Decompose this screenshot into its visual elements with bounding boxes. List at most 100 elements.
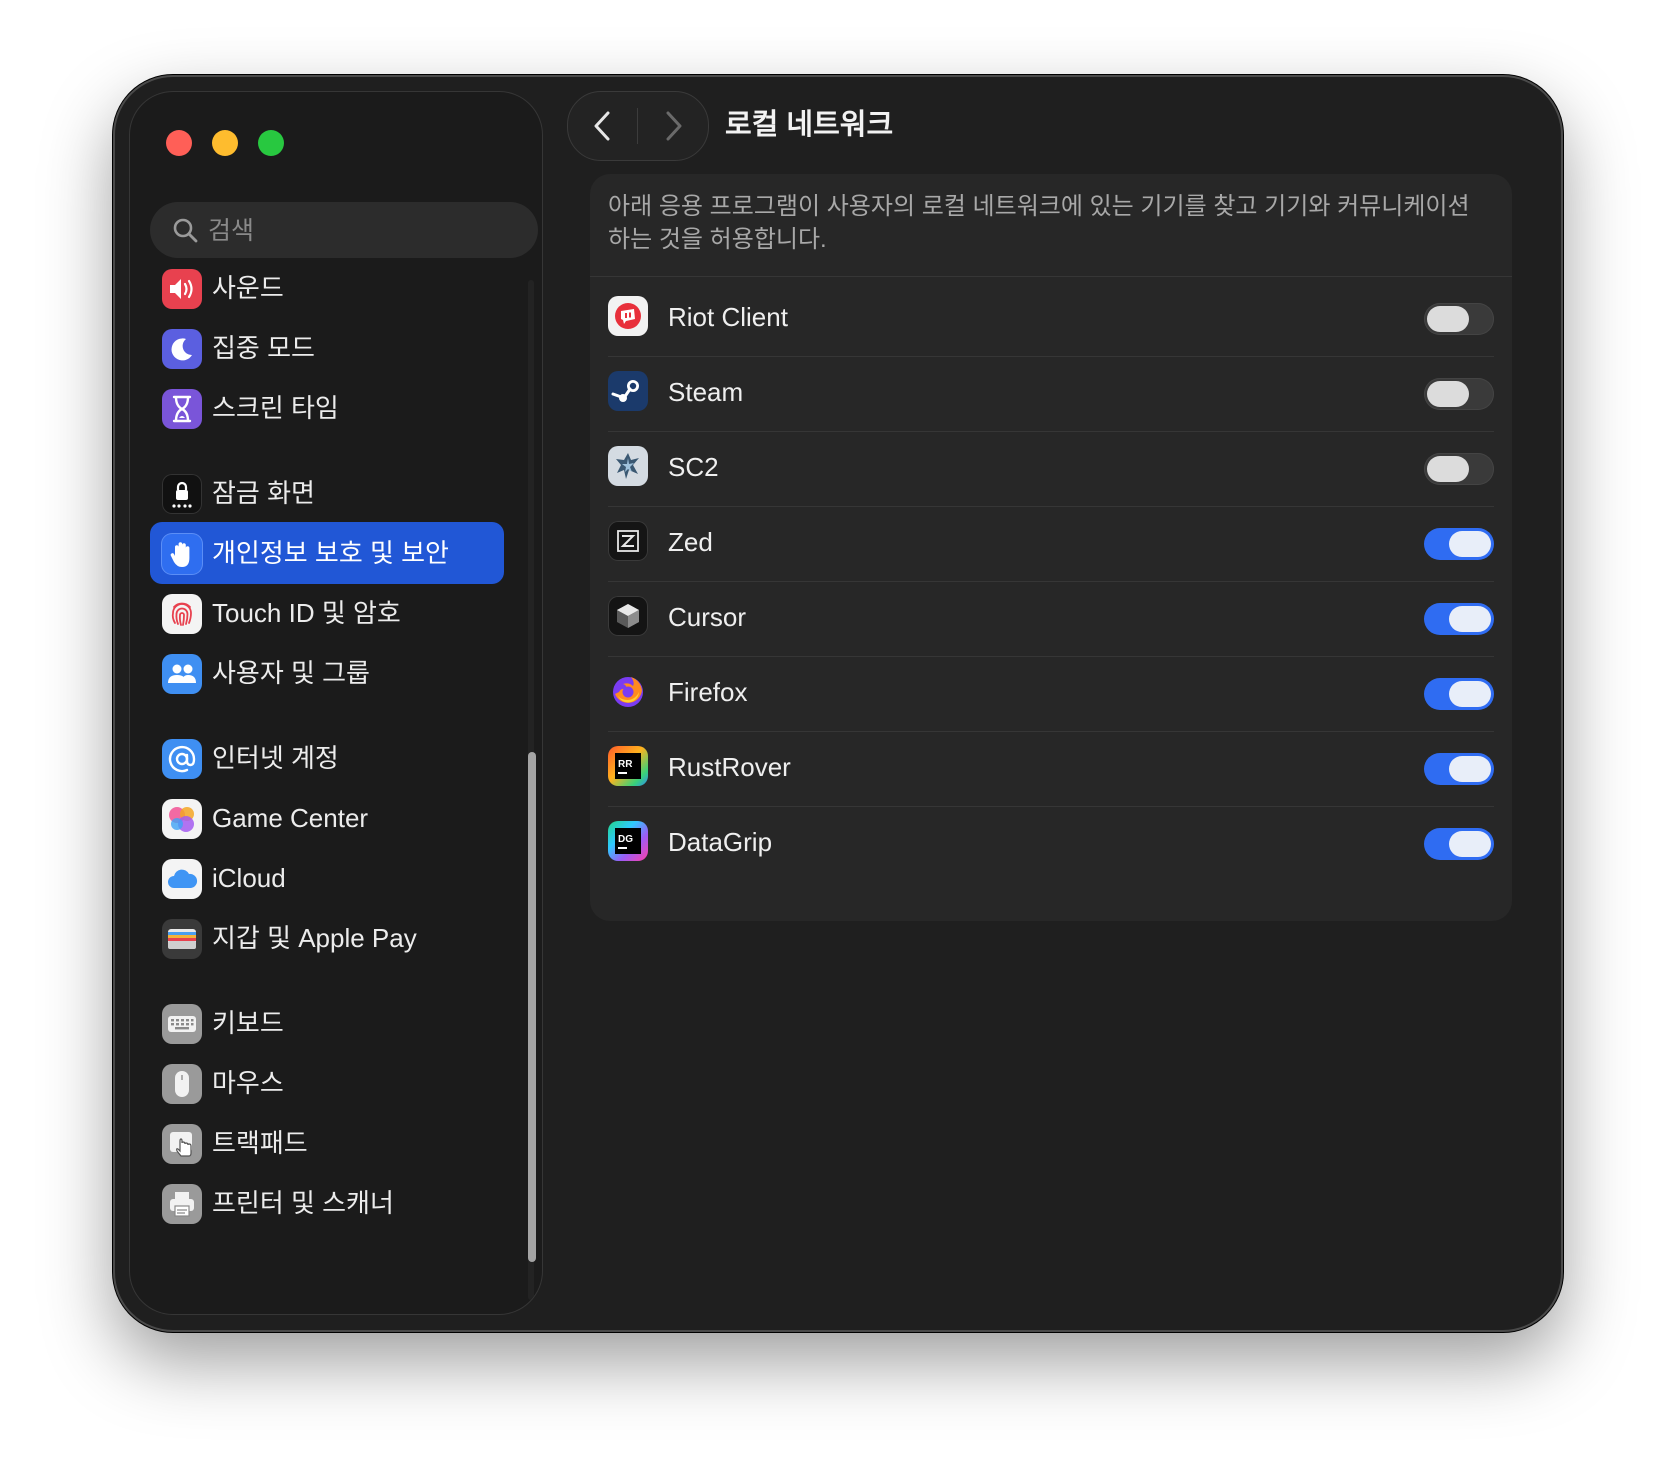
sidebar-item-label: 프린터 및 스캐너 [212,1188,394,1218]
at-icon [162,739,202,779]
sidebar-item-privacy-security[interactable]: 개인정보 보호 및 보안 [150,522,504,584]
toggle-knob [1449,756,1491,782]
close-button[interactable] [166,130,192,156]
app-name: Cursor [668,602,747,632]
app-name: RustRover [668,752,791,782]
cursor-toggle[interactable] [1424,603,1494,635]
app-row-datagrip: DG DataGrip [590,802,1512,882]
app-name: DataGrip [668,827,773,857]
firefox-icon [608,671,648,711]
printer-icon [162,1184,202,1224]
sidebar-item-label: 사용자 및 그룹 [212,658,370,688]
local-network-panel: 아래 응용 프로그램이 사용자의 로컬 네트워크에 있는 기기를 찾고 기기와 … [590,174,1512,921]
zed-icon [608,521,648,561]
search-field[interactable] [150,202,538,260]
lock-icon [162,474,202,514]
app-row-firefox: Firefox [590,652,1512,732]
app-name: Zed [668,527,713,557]
app-row-steam: Steam [590,352,1512,432]
zoom-button[interactable] [258,130,284,156]
sc2-icon [608,446,648,486]
toggle-knob [1449,606,1491,632]
sidebar-item-game-center[interactable]: Game Center [150,787,504,849]
sidebar-item-keyboard[interactable]: 키보드 [150,992,504,1054]
sidebar-item-internet-accounts[interactable]: 인터넷 계정 [150,727,504,789]
search-icon [173,218,198,243]
sidebar-scrollbar[interactable] [528,752,536,1262]
sidebar-item-label: 마우스 [212,1068,284,1098]
steam-icon [608,371,648,411]
page-title: 로컬 네트워크 [725,109,894,141]
hand-icon [162,534,202,574]
sidebar-item-trackpad[interactable]: 트랙패드 [150,1112,504,1174]
app-name: Firefox [668,677,748,707]
datagrip-toggle[interactable] [1424,828,1494,860]
riot-client-toggle[interactable] [1424,303,1494,335]
riot-client-icon [608,296,648,336]
zed-toggle[interactable] [1424,528,1494,560]
sidebar-item-screen-time[interactable]: 스크린 타임 [150,377,504,439]
toggle-knob [1427,381,1469,407]
sidebar-item-mouse[interactable]: 마우스 [150,1052,504,1114]
app-row-cursor: Cursor [590,577,1512,657]
sidebar-item-label: 스크린 타임 [212,393,339,423]
sidebar-item-label: 트랙패드 [212,1128,308,1158]
svg-text:DG: DG [618,834,633,845]
toggle-knob [1449,531,1491,557]
sidebar-item-label: 사운드 [212,273,284,303]
steam-toggle[interactable] [1424,378,1494,410]
mouse-icon [162,1064,202,1104]
sidebar-item-wallet[interactable]: 지갑 및 Apple Pay [150,907,504,969]
sidebar-item-label: 인터넷 계정 [212,743,339,773]
cloud-icon [162,859,202,899]
trackpad-icon [162,1124,202,1164]
app-name: Riot Client [668,302,788,332]
sidebar-item-users-groups[interactable]: 사용자 및 그룹 [150,642,504,704]
keyboard-icon [162,1004,202,1044]
sidebar-item-label: 지갑 및 Apple Pay [212,923,417,953]
app-row-sc2: SC2 [590,427,1512,507]
sidebar-item-label: iCloud [212,863,286,893]
rustrover-toggle[interactable] [1424,753,1494,785]
history-navigation [567,91,709,161]
fingerprint-icon [162,594,202,634]
svg-text:RR: RR [618,759,633,770]
rustrover-icon: RR [608,746,648,786]
users-icon [162,654,202,694]
back-button[interactable] [568,92,638,160]
sidebar-item-label: 개인정보 보호 및 보안 [212,538,449,568]
sidebar-item-label: 키보드 [212,1008,284,1038]
sidebar-item-printers[interactable]: 프린터 및 스캐너 [150,1172,504,1234]
settings-window: 사운드 집중 모드 스크린 타임 [113,75,1563,1332]
wallet-icon [162,919,202,959]
sidebar-item-label: 집중 모드 [212,333,315,363]
moon-icon [162,329,202,369]
sidebar-item-label: 잠금 화면 [212,478,315,508]
sidebar-item-label: Touch ID 및 암호 [212,598,401,628]
toggle-knob [1449,681,1491,707]
sidebar-item-icloud[interactable]: iCloud [150,847,504,909]
toggle-knob [1449,831,1491,857]
sidebar-item-label: Game Center [212,803,369,833]
sidebar-item-sound[interactable]: 사운드 [150,257,504,319]
sidebar-item-touch-id[interactable]: Touch ID 및 암호 [150,582,504,644]
chevron-left-icon [594,111,610,141]
hourglass-icon [162,389,202,429]
forward-button[interactable] [638,92,708,160]
toggle-knob [1427,456,1469,482]
sidebar-item-focus[interactable]: 집중 모드 [150,317,504,379]
sidebar: 사운드 집중 모드 스크린 타임 [129,91,543,1315]
app-row-rustrover: RR RustRover [590,727,1512,807]
app-row-riot-client: Riot Client [590,277,1512,357]
speaker-icon [162,269,202,309]
app-row-zed: Zed [590,502,1512,582]
datagrip-icon: DG [608,821,648,861]
sc2-toggle[interactable] [1424,453,1494,485]
search-input[interactable] [206,202,510,260]
app-name: Steam [668,377,744,407]
game-center-icon [162,799,202,839]
sidebar-item-lock-screen[interactable]: 잠금 화면 [150,462,504,524]
firefox-toggle[interactable] [1424,678,1494,710]
minimize-button[interactable] [212,130,238,156]
chevron-right-icon [666,111,682,141]
